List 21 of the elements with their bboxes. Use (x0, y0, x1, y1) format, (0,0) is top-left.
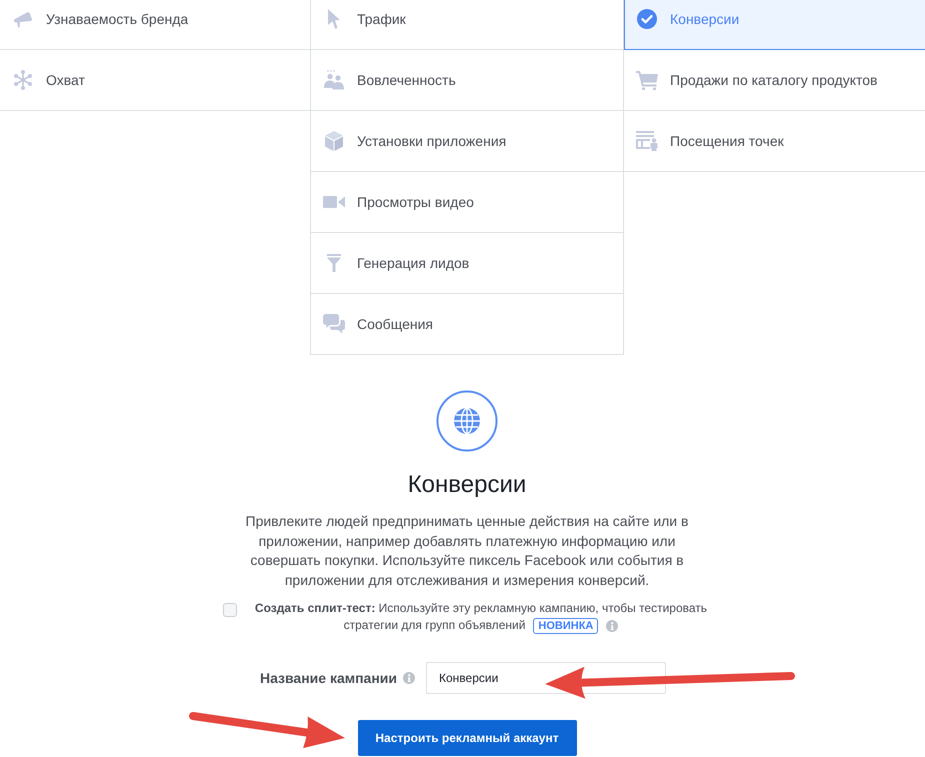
node-network-icon (13, 70, 33, 90)
check-circle-icon (637, 9, 657, 29)
info-icon[interactable] (403, 672, 416, 684)
video-camera-icon (323, 195, 345, 209)
people-icon (324, 70, 344, 90)
cart-icon (636, 70, 658, 90)
storefront-person-icon (636, 131, 658, 151)
objective-description: Привлеките людей предпринимать ценные действия на сайте или в приложении, например добавлять платежную информацию или совершать покупки. Используйте пиксель Facebook или события в приложении для отслеживания и измерения конверсий. (244, 512, 690, 590)
split-test-label[interactable]: Создать сплит-тест: Используйте эту рекламную кампанию, чтобы тестировать стратегии для групп объявлений НОВИНКА (251, 600, 711, 634)
new-badge: НОВИНКА (533, 618, 598, 634)
campaign-name-label: Название кампании (260, 670, 398, 686)
cube-icon (325, 131, 343, 151)
megaphone-icon (13, 10, 33, 28)
objective-title: Конверсии (408, 470, 526, 500)
info-icon[interactable] (606, 620, 618, 632)
chat-bubbles-icon (323, 314, 345, 334)
funnel-icon (327, 254, 341, 272)
set-up-ad-account-button[interactable]: Настроить рекламный аккаунт (358, 720, 576, 756)
split-test-checkbox[interactable] (223, 603, 237, 617)
cursor-icon (327, 9, 341, 29)
globe-icon (436, 390, 498, 452)
